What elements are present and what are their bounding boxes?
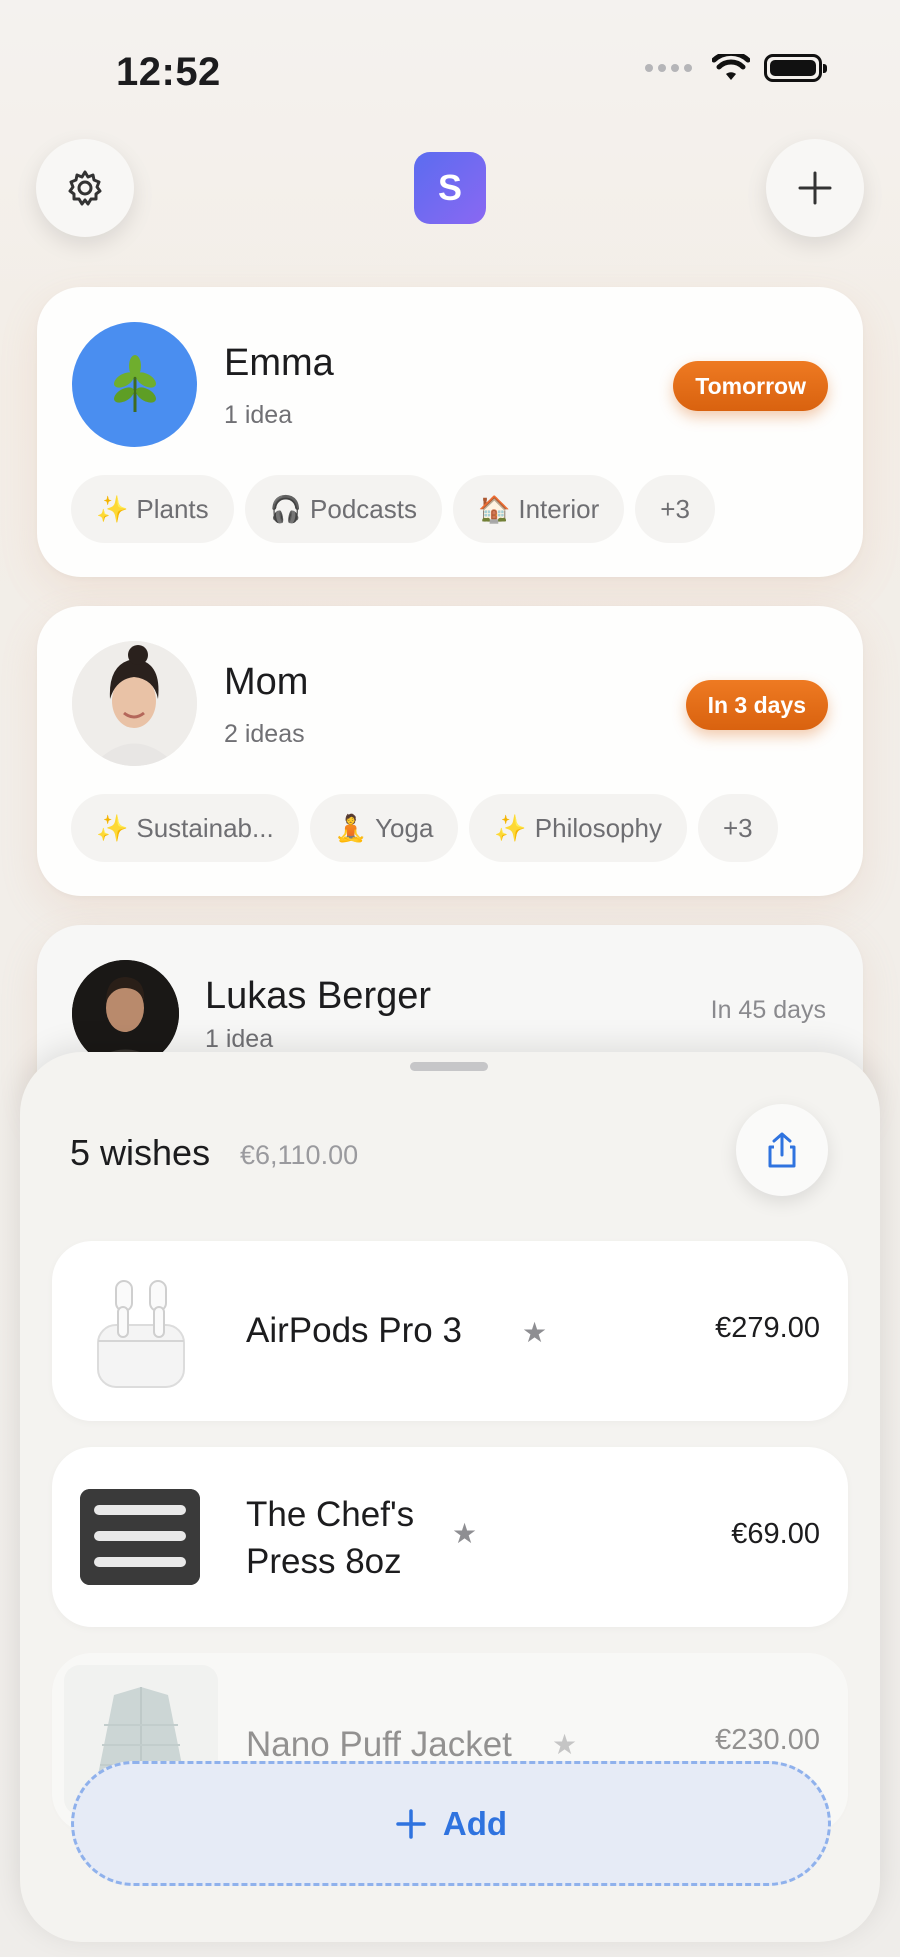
- avatar: [72, 322, 197, 447]
- tag-label: Interior: [518, 493, 600, 524]
- tag-label: +3: [722, 812, 753, 843]
- share-icon: [768, 1132, 796, 1168]
- plus-icon: [396, 1808, 426, 1839]
- idea-count: 2 ideas: [224, 720, 305, 748]
- leaf-icon: [113, 354, 156, 412]
- avatar: [72, 641, 197, 766]
- idea-count: 1 idea: [224, 401, 293, 429]
- add-person-button[interactable]: [766, 139, 864, 237]
- wish-price: €69.00: [731, 1518, 820, 1550]
- tag-label: Podcasts: [310, 493, 417, 524]
- wish-price: €230.00: [715, 1724, 820, 1756]
- date-badge: In 3 days: [685, 680, 828, 730]
- star-icon[interactable]: ★: [452, 1517, 477, 1550]
- wish-item[interactable]: AirPods Pro 3 ★ €279.00: [52, 1241, 848, 1421]
- headphones-icon: 🎧: [269, 493, 303, 524]
- tag-sustainability[interactable]: ✨ Sustainab...: [71, 794, 299, 862]
- person-name: Mom: [224, 661, 309, 703]
- share-button[interactable]: [736, 1104, 828, 1196]
- tag-label: Sustainab...: [136, 812, 274, 843]
- chefs-press-image: [80, 1489, 200, 1585]
- sparkles-icon: ✨: [96, 812, 129, 843]
- avatar: [72, 960, 179, 1067]
- wishlist-sheet: 5 wishes €6,110.00 AirPods Pro 3 ★ €279.…: [20, 1052, 880, 1942]
- wish-name: AirPods Pro 3: [246, 1311, 462, 1350]
- person-card-emma[interactable]: Emma 1 idea Tomorrow ✨ Plants 🎧 Podcasts 🏠…: [37, 287, 863, 577]
- tag-podcasts[interactable]: 🎧 Podcasts: [244, 475, 442, 543]
- airpods-image: [80, 1271, 200, 1391]
- person-name: Lukas Berger: [205, 975, 432, 1017]
- tag-more[interactable]: +3: [697, 794, 778, 862]
- wish-price: €279.00: [715, 1312, 820, 1344]
- yoga-icon: 🧘: [334, 812, 368, 843]
- tag-label: Yoga: [375, 812, 434, 843]
- gear-icon: [68, 170, 102, 206]
- chefs-press-icon: [80, 1489, 200, 1585]
- wish-total: €6,110.00: [240, 1140, 359, 1170]
- status-time: 12:52: [116, 50, 221, 94]
- tag-label: Plants: [136, 493, 209, 524]
- settings-button[interactable]: [36, 139, 134, 237]
- tag-philosophy[interactable]: ✨ Philosophy: [469, 794, 687, 862]
- person-name: Emma: [224, 342, 334, 384]
- wish-item[interactable]: The Chef's Press 8oz ★ €69.00: [52, 1447, 848, 1627]
- airpods-icon: [97, 1280, 185, 1388]
- interest-tags: ✨ Plants 🎧 Podcasts 🏠 Interior +3: [71, 475, 715, 543]
- tag-label: +3: [660, 493, 690, 524]
- cellular-icon: [645, 64, 692, 72]
- status-bar: 12:52: [0, 0, 900, 140]
- interest-tags: ✨ Sustainab... 🧘 Yoga ✨ Philosophy +3: [71, 794, 778, 862]
- sparkles-icon: ✨: [96, 493, 129, 524]
- idea-count: 1 idea: [205, 1025, 274, 1053]
- person-card-mom[interactable]: Mom 2 ideas In 3 days ✨ Sustainab... 🧘 Yog…: [37, 606, 863, 896]
- tag-yoga[interactable]: 🧘 Yoga: [309, 794, 459, 862]
- person-photo-icon: [72, 960, 179, 1067]
- person-photo-icon: [72, 641, 197, 766]
- sparkles-icon: ✨: [494, 812, 527, 843]
- tag-more[interactable]: +3: [635, 475, 715, 543]
- profile-avatar[interactable]: S: [414, 152, 486, 224]
- star-icon[interactable]: ★: [552, 1728, 577, 1761]
- date-badge: Tomorrow: [673, 361, 828, 411]
- wish-count-title: 5 wishes: [70, 1132, 211, 1173]
- tag-plants[interactable]: ✨ Plants: [71, 475, 234, 543]
- add-label: Add: [442, 1804, 508, 1842]
- tag-interior[interactable]: 🏠 Interior: [452, 475, 625, 543]
- wish-name: The Chef's Press 8oz: [246, 1495, 415, 1581]
- wifi-icon: [712, 54, 750, 80]
- battery-icon: [764, 54, 827, 82]
- status-icons: [645, 54, 827, 82]
- house-icon: 🏠: [477, 493, 511, 524]
- sheet-grabber[interactable]: [410, 1062, 488, 1071]
- tag-label: Philosophy: [534, 812, 662, 843]
- add-wish-button[interactable]: Add: [71, 1761, 831, 1886]
- plus-icon: [798, 171, 832, 205]
- star-icon[interactable]: ★: [522, 1316, 547, 1349]
- date-label: In 45 days: [710, 996, 826, 1024]
